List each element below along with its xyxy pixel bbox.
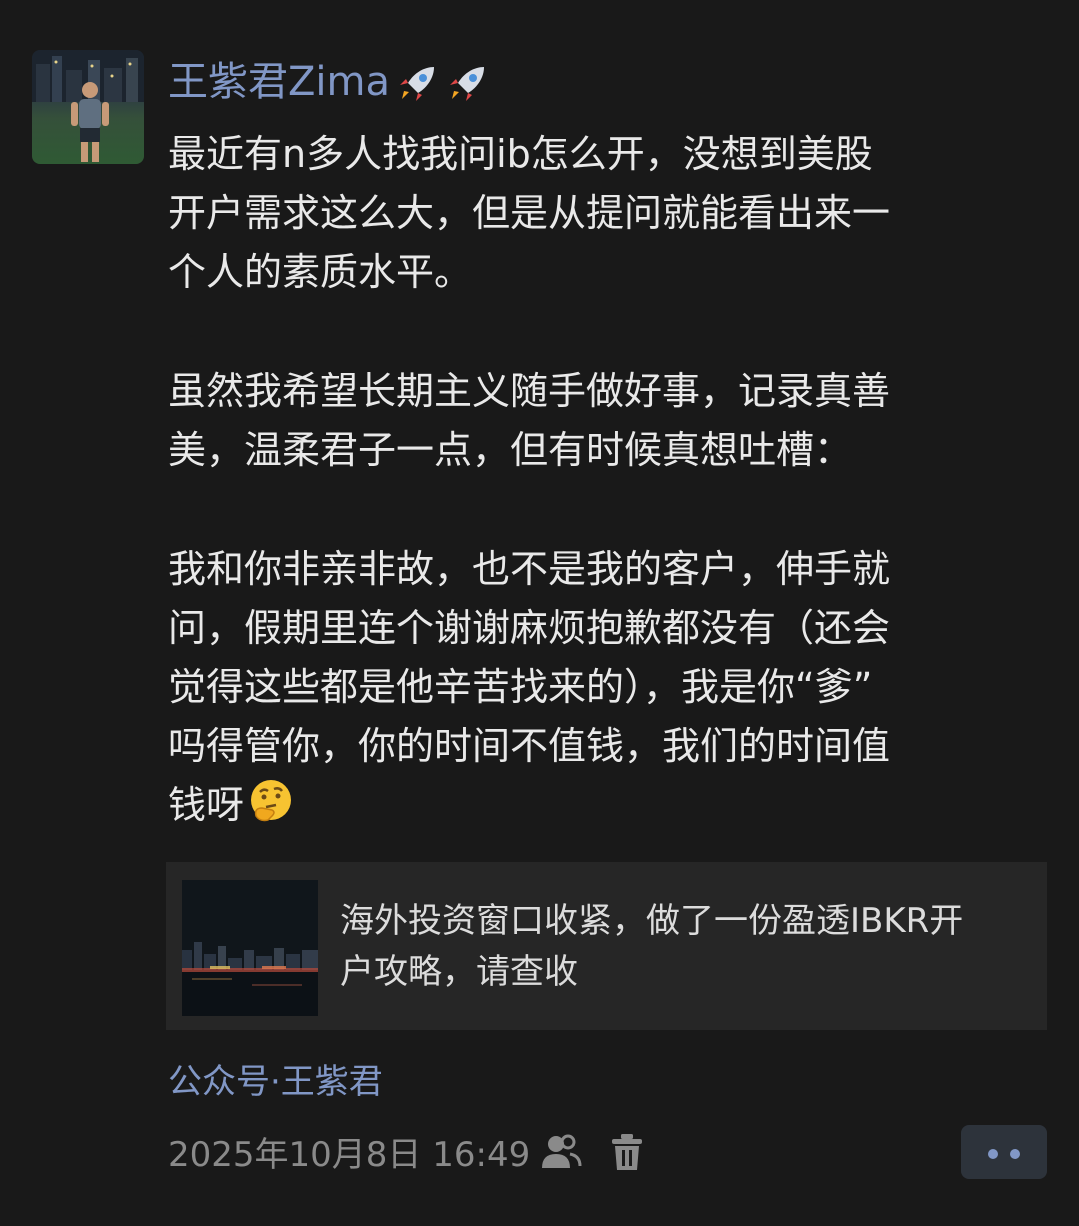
link-card-title: 海外投资窗口收紧，做了一份盈透IBKR开 户攻略，请查收 bbox=[340, 896, 1030, 998]
night-harbor-graphic bbox=[182, 880, 318, 1016]
link-card[interactable]: 海外投资窗口收紧，做了一份盈透IBKR开 户攻略，请查收 bbox=[166, 862, 1047, 1030]
person-graphic bbox=[71, 82, 109, 162]
more-actions-button[interactable] bbox=[961, 1125, 1047, 1179]
source-link[interactable]: 公众号·王紫君 bbox=[168, 1058, 383, 1106]
post-paragraph-2: 虽然我希望长期主义随手做好事，记录真善 美，温柔君子一点，但有时候真想吐槽： bbox=[168, 369, 891, 472]
author-name[interactable]: 王紫君Zima bbox=[168, 54, 490, 110]
post-paragraph-1: 最近有n多人找我问ib怎么开，没想到美股 开户需求这么大，但是从提问就能看出来一… bbox=[168, 132, 891, 294]
author-name-text: 王紫君Zima bbox=[168, 59, 390, 105]
post-paragraph-3: 我和你非亲非故，也不是我的客户，伸手就 问，假期里连个谢谢麻烦抱歉都没有（还会 … bbox=[168, 540, 1048, 835]
delete-trash-icon[interactable] bbox=[610, 1132, 644, 1172]
link-card-thumbnail bbox=[182, 880, 318, 1016]
link-card-title-text: 海外投资窗口收紧，做了一份盈透IBKR开 户攻略，请查收 bbox=[340, 901, 964, 992]
author-avatar[interactable] bbox=[32, 50, 144, 164]
rocket-icon bbox=[450, 67, 484, 101]
visibility-friends-icon[interactable] bbox=[540, 1132, 582, 1172]
more-dot-icon bbox=[988, 1149, 998, 1159]
thinking-face-icon bbox=[251, 780, 292, 822]
post-timestamp: 2025年10月8日 16:49 bbox=[168, 1135, 531, 1175]
more-dot-icon bbox=[1010, 1149, 1020, 1159]
rocket-icon bbox=[400, 67, 434, 101]
